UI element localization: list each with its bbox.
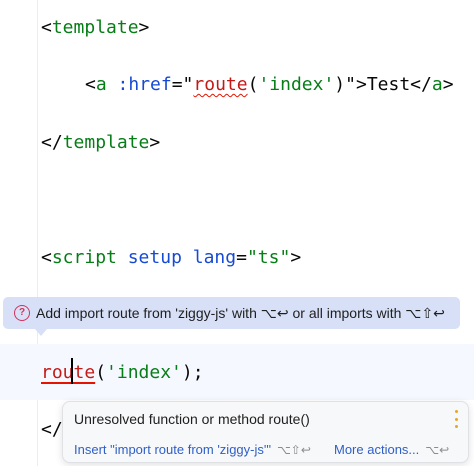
text-caret bbox=[71, 358, 73, 384]
code-line-template-close[interactable]: </template> bbox=[41, 128, 160, 158]
anchor-close-tag: a bbox=[431, 74, 443, 95]
code-line-anchor[interactable]: <a :href="route('index')">Test</a> bbox=[85, 70, 454, 100]
insert-import-shortcut: ⌥⇧↩ bbox=[276, 443, 311, 457]
hint-pointer bbox=[35, 329, 47, 336]
route-arg: 'index' bbox=[258, 74, 335, 95]
route-call-current[interactable]: route bbox=[41, 362, 95, 383]
import-hint-text: Add import route from 'ziggy-js' with ⌥↩… bbox=[36, 304, 445, 321]
import-hint-bar[interactable]: ? Add import route from 'ziggy-js' with … bbox=[3, 297, 460, 329]
lang-value: "ts" bbox=[246, 247, 291, 268]
insert-import-label: Insert "import route from 'ziggy-js'" bbox=[74, 442, 271, 457]
route-call-unresolved[interactable]: route bbox=[193, 74, 247, 95]
code-line-route-call[interactable]: route('index'); bbox=[41, 358, 204, 388]
closing-fragment: </ bbox=[41, 419, 63, 440]
code-line-template-open[interactable]: <template> bbox=[41, 13, 149, 43]
template-tag: template bbox=[51, 17, 139, 38]
popup-title: Unresolved function or method route() bbox=[74, 411, 310, 427]
code-line-script-close-partial[interactable]: </ bbox=[41, 415, 63, 445]
unresolved-function-popup: Unresolved function or method route() In… bbox=[62, 401, 469, 463]
lang-attr: lang bbox=[192, 247, 237, 268]
route-call-arg: 'index' bbox=[106, 362, 182, 383]
setup-attr: setup bbox=[127, 247, 182, 268]
template-close-tag: template bbox=[62, 132, 150, 153]
script-tag: script bbox=[51, 247, 117, 268]
anchor-text: Test bbox=[366, 74, 411, 95]
href-attr: :href bbox=[117, 74, 172, 95]
code-line-script-open[interactable]: <script setup lang="ts"> bbox=[41, 243, 301, 273]
kebab-menu-icon[interactable] bbox=[452, 410, 460, 428]
more-actions-shortcut: ⌥↩ bbox=[425, 443, 450, 457]
anchor-tag: a bbox=[95, 74, 107, 95]
more-actions-label: More actions... bbox=[334, 442, 420, 457]
question-circle-icon: ? bbox=[14, 305, 30, 321]
more-actions-link[interactable]: More actions... ⌥↩ bbox=[334, 442, 449, 457]
insert-import-action[interactable]: Insert "import route from 'ziggy-js'" ⌥⇧↩ bbox=[74, 442, 311, 457]
